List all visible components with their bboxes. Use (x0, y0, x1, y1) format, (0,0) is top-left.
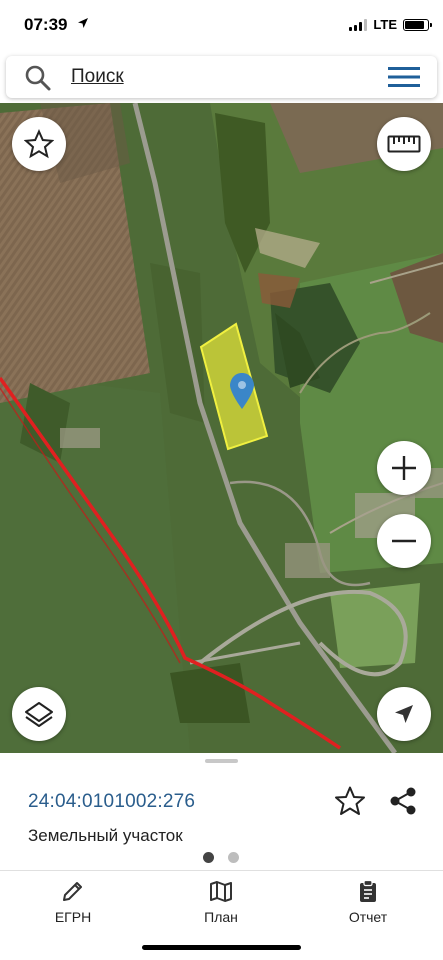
layers-button[interactable] (12, 687, 66, 741)
tab-plan-label: План (204, 909, 238, 925)
status-time: 07:39 (24, 15, 68, 34)
page-dot-active[interactable] (203, 852, 214, 863)
home-indicator[interactable] (142, 945, 301, 950)
layers-icon (25, 702, 53, 727)
clipboard-icon (360, 879, 376, 902)
satellite-imagery (0, 103, 443, 753)
minus-icon (392, 539, 416, 543)
tab-egrn[interactable]: ЕГРН (23, 879, 123, 925)
plus-icon (392, 456, 416, 480)
page-indicator (203, 852, 239, 863)
search-bar[interactable]: Поиск (6, 56, 437, 98)
ruler-icon (387, 135, 421, 153)
search-icon[interactable] (24, 64, 52, 92)
favorite-map-button[interactable] (12, 117, 66, 171)
status-bar: 07:39 LTE (0, 0, 443, 52)
parcel-type: Земельный участок (28, 826, 183, 845)
tab-report-label: Отчет (348, 909, 388, 925)
parcel-info-sheet[interactable]: 24:04:0101002:276 Земельный участок (0, 753, 443, 870)
tab-report[interactable]: Отчет (318, 879, 418, 925)
page-dot-inactive[interactable] (228, 852, 239, 863)
sheet-drag-handle[interactable] (205, 759, 238, 763)
location-arrow-icon (78, 18, 88, 28)
tab-plan[interactable]: План (171, 879, 271, 925)
pencil-icon (63, 882, 82, 901)
share-icon[interactable] (388, 786, 418, 816)
zoom-out-button[interactable] (377, 514, 431, 568)
favorite-star-icon[interactable] (334, 785, 366, 817)
map-icon (210, 881, 232, 902)
zoom-in-button[interactable] (377, 441, 431, 495)
network-type: LTE (373, 17, 397, 32)
map-view[interactable] (0, 103, 443, 753)
signal-icon (349, 18, 368, 31)
tab-egrn-label: ЕГРН (54, 909, 92, 925)
battery-icon (403, 18, 432, 31)
my-location-button[interactable] (377, 687, 431, 741)
star-outline-icon (24, 129, 54, 159)
search-input[interactable]: Поиск (71, 66, 124, 88)
hamburger-menu-icon[interactable] (388, 66, 420, 88)
status-indicators: LTE (349, 17, 432, 32)
cadastral-number[interactable]: 24:04:0101002:276 (28, 791, 195, 813)
navigation-arrow-icon (395, 705, 413, 723)
ruler-button[interactable] (377, 117, 431, 171)
bottom-tab-bar: ЕГРН План Отчет (0, 870, 443, 960)
